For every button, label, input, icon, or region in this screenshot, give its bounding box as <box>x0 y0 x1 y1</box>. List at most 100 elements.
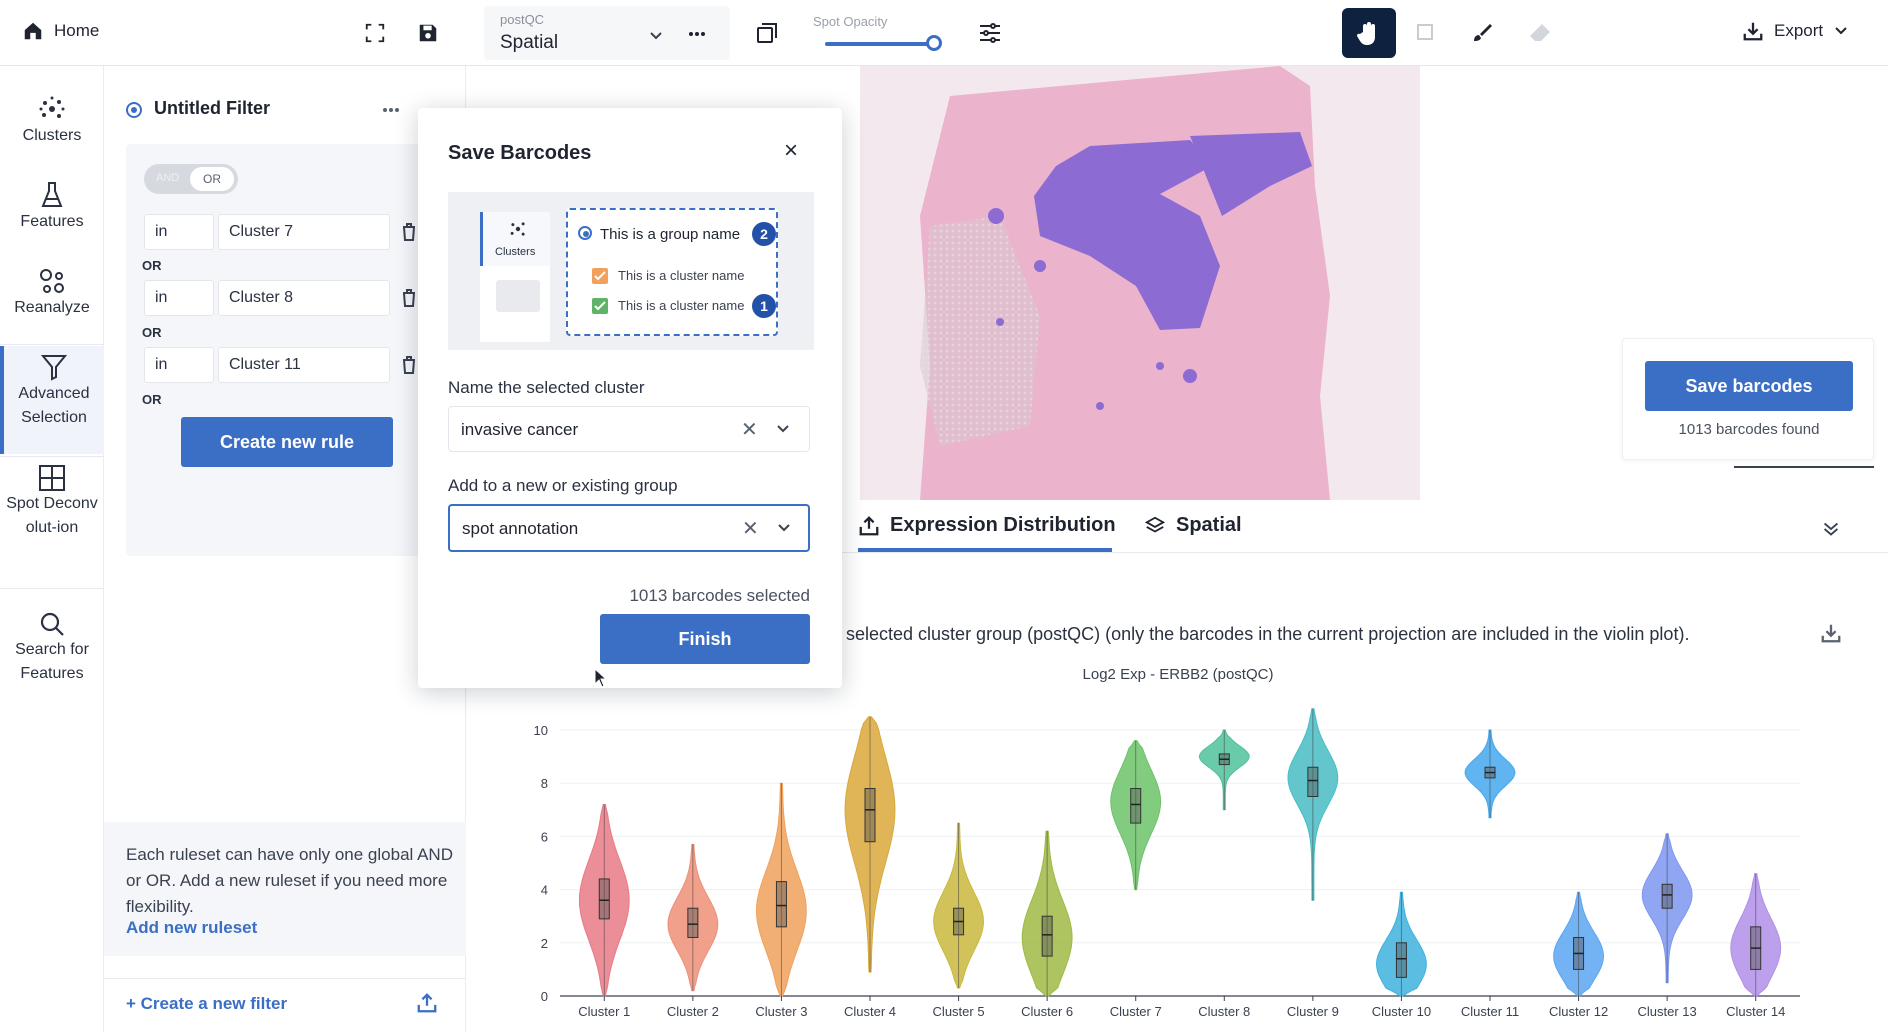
rule-value[interactable]: Cluster 11 <box>218 347 390 383</box>
add-ruleset-link[interactable]: Add new ruleset <box>126 918 257 938</box>
nav-item-clusters[interactable]: Clusters <box>0 94 104 148</box>
left-navigation: Clusters Features Reanalyze Advanced Sel… <box>0 66 104 1032</box>
save-barcodes-button[interactable]: Save barcodes <box>1645 361 1853 411</box>
create-rule-button[interactable]: Create new rule <box>181 417 393 467</box>
barcodes-found-text: 1013 barcodes found <box>1678 421 1820 438</box>
close-icon[interactable]: × <box>776 136 806 166</box>
create-filter-link[interactable]: + Create a new filter <box>126 994 287 1014</box>
violin-box <box>598 878 610 920</box>
collapse-icon[interactable] <box>1820 518 1842 540</box>
layers-copy-icon[interactable] <box>749 15 785 51</box>
nav-item-reanalyze[interactable]: Reanalyze <box>0 266 104 320</box>
home-link[interactable]: Home <box>22 20 99 42</box>
projection-select[interactable]: postQC Spatial <box>484 6 730 60</box>
checkbox-icon <box>592 298 608 314</box>
rule-operator[interactable]: in <box>144 280 214 316</box>
group-name-value: spot annotation <box>462 519 579 538</box>
rule-joiner: OR <box>142 392 162 407</box>
preview-nav-clusters: Clusters <box>480 212 550 266</box>
upload-icon[interactable] <box>416 992 438 1014</box>
fullscreen-icon[interactable] <box>357 15 393 51</box>
violin-box <box>1130 788 1142 824</box>
nav-divider <box>0 588 104 589</box>
clusters-icon <box>39 96 65 118</box>
plot-title: Log2 Exp - ERBB2 (postQC) <box>1082 666 1274 683</box>
clear-icon[interactable]: ✕ <box>742 516 759 541</box>
tissue-image[interactable] <box>860 66 1420 500</box>
finish-button[interactable]: Finish <box>600 614 810 664</box>
x-tick-label: Cluster 7 <box>1110 1004 1162 1019</box>
nav-item-spot-deconvolution[interactable]: Spot Deconvolut-ion <box>0 464 104 540</box>
violin-chart: 0 2 4 6 8 10 Cluster 1 Cluster 2 Cluster 3 Cluste… <box>534 708 1800 1019</box>
trash-icon[interactable] <box>401 288 417 308</box>
download-icon <box>1743 22 1763 41</box>
rule-operator[interactable]: in <box>144 347 214 383</box>
rule-joiner: OR <box>142 258 162 273</box>
chevron-down-icon <box>1835 27 1847 35</box>
tab-spatial[interactable]: Spatial <box>1144 514 1242 537</box>
clear-icon[interactable]: ✕ <box>741 417 758 442</box>
rule-operator[interactable]: in <box>144 214 214 250</box>
tab-label: Spatial <box>1176 514 1242 536</box>
filter-radio[interactable] <box>126 102 142 118</box>
filter-title: Untitled Filter <box>154 98 270 118</box>
spot-opacity-handle[interactable] <box>926 35 942 51</box>
tab-expression-distribution[interactable]: Expression Distribution <box>858 514 1116 537</box>
x-tick-label: Cluster 11 <box>1461 1004 1519 1019</box>
group-label: Add to a new or existing group <box>448 476 678 495</box>
nav-item-search-features[interactable]: Search for Features <box>0 610 104 686</box>
nav-divider <box>0 344 104 345</box>
y-tick-label: 6 <box>541 829 548 844</box>
nav-item-advanced-selection[interactable]: Advanced Selection <box>0 346 104 454</box>
projection-group: postQC <box>500 12 545 27</box>
rule-value[interactable]: Cluster 7 <box>218 214 390 250</box>
reanalyze-icon <box>40 269 64 293</box>
scale-bar <box>1734 466 1874 468</box>
active-tab-indicator <box>858 548 1112 552</box>
nav-label: Reanalyze <box>14 299 90 316</box>
and-or-toggle[interactable]: AND OR <box>144 164 238 194</box>
settings-sliders-icon[interactable] <box>972 15 1008 51</box>
more-icon[interactable] <box>382 107 400 113</box>
cluster-name-input[interactable]: invasive cancer ✕ <box>448 406 810 452</box>
chevron-down-icon[interactable] <box>776 520 792 536</box>
spot-opacity-slider[interactable] <box>825 42 935 46</box>
brush-icon[interactable] <box>1464 15 1500 51</box>
eraser-icon[interactable] <box>1522 15 1558 51</box>
nav-item-features[interactable]: Features <box>0 180 104 234</box>
preview-group-box: This is a group name 2 This is a cluster… <box>566 208 778 336</box>
preview-group-radio <box>578 226 592 240</box>
x-tick-label: Cluster 3 <box>755 1004 807 1019</box>
filter-panel: Untitled Filter AND OR in Cluster 7 OR i… <box>104 66 466 1032</box>
group-name-input[interactable]: spot annotation ✕ <box>448 504 810 552</box>
spot-opacity-label: Spot Opacity <box>813 14 888 29</box>
more-icon[interactable] <box>688 30 706 38</box>
chevron-down-icon[interactable] <box>775 421 791 437</box>
y-tick-label: 8 <box>541 776 548 791</box>
mouse-cursor-icon <box>594 668 608 688</box>
preview-badge-2: 2 <box>752 222 776 246</box>
rule-value[interactable]: Cluster 8 <box>218 280 390 316</box>
x-tick-label: Cluster 8 <box>1198 1004 1250 1019</box>
ruleset-note-text: Each ruleset can have only one global AN… <box>126 845 453 916</box>
violin-box <box>864 788 876 843</box>
pan-tool-button[interactable] <box>1342 8 1396 58</box>
nav-label: Features <box>20 213 84 230</box>
nav-label: Clusters <box>22 127 82 144</box>
export-label: Export <box>1774 21 1824 40</box>
x-tick-label: Cluster 12 <box>1549 1004 1608 1019</box>
trash-icon[interactable] <box>401 222 417 242</box>
panel-divider <box>104 978 466 979</box>
select-box-icon[interactable] <box>1408 15 1444 51</box>
save-icon[interactable] <box>410 15 446 51</box>
x-tick-label: Cluster 9 <box>1287 1004 1339 1019</box>
ruleset-note: Each ruleset can have only one global AN… <box>104 822 466 956</box>
trash-icon[interactable] <box>401 355 417 375</box>
download-icon[interactable] <box>1820 622 1842 644</box>
top-toolbar: Home postQC Spatial Spot Opacity Export <box>0 0 1888 66</box>
x-tick-label: Cluster 13 <box>1638 1004 1697 1019</box>
tab-label: Expression Distribution <box>890 514 1116 536</box>
save-barcodes-modal: Save Barcodes × Clusters This is a group… <box>418 108 842 688</box>
nav-divider <box>0 456 104 457</box>
export-button[interactable]: Export <box>1742 20 1849 42</box>
